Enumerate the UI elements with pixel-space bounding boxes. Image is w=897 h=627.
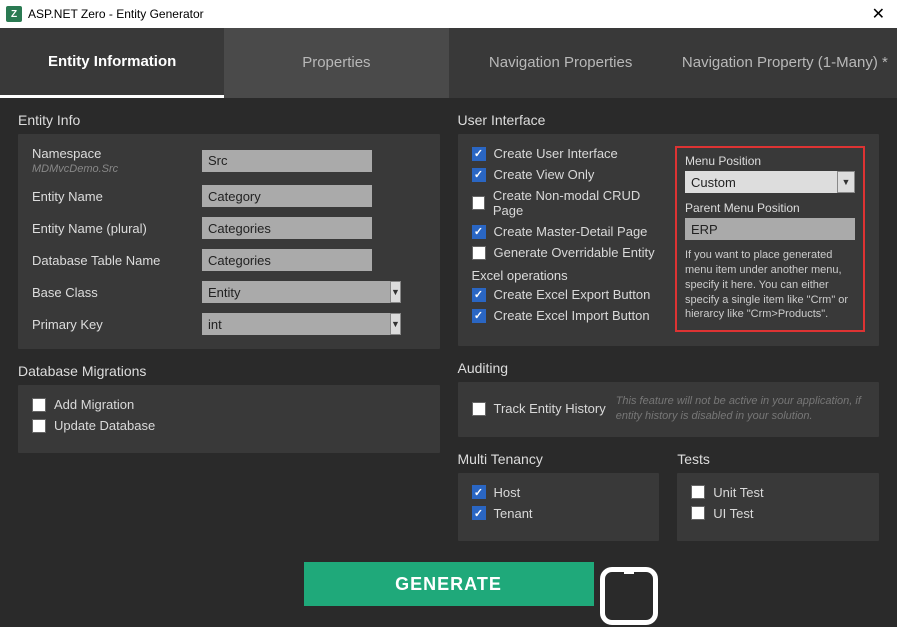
host-label: Host: [494, 485, 521, 500]
multi-tenancy-panel: Host Tenant: [458, 473, 660, 541]
parent-menu-input[interactable]: [685, 218, 855, 240]
namespace-hint: MDMvcDemo.Src: [32, 163, 202, 175]
create-view-only-checkbox[interactable]: [472, 168, 486, 182]
add-migration-checkbox[interactable]: [32, 398, 46, 412]
tab-entity-information[interactable]: Entity Information: [0, 28, 224, 98]
create-ui-checkbox[interactable]: [472, 147, 486, 161]
menu-position-select[interactable]: [685, 171, 837, 193]
excel-import-label: Create Excel Import Button: [494, 308, 650, 323]
namespace-input[interactable]: [202, 150, 372, 172]
update-database-label: Update Database: [54, 418, 155, 433]
excel-operations-heading: Excel operations: [472, 268, 666, 283]
tenant-checkbox[interactable]: [472, 506, 486, 520]
entity-name-label: Entity Name: [32, 189, 202, 204]
generate-overridable-checkbox[interactable]: [472, 246, 486, 260]
entity-name-input[interactable]: [202, 185, 372, 207]
update-database-checkbox[interactable]: [32, 419, 46, 433]
ui-test-label: UI Test: [713, 506, 753, 521]
generate-button[interactable]: GENERATE: [304, 562, 594, 606]
parent-menu-label: Parent Menu Position: [685, 201, 855, 215]
db-migrations-heading: Database Migrations: [18, 363, 440, 379]
db-table-input[interactable]: [202, 249, 372, 271]
ui-heading: User Interface: [458, 112, 880, 128]
primary-key-label: Primary Key: [32, 317, 202, 332]
multi-tenancy-heading: Multi Tenancy: [458, 451, 660, 467]
add-migration-label: Add Migration: [54, 397, 134, 412]
track-entity-history-label: Track Entity History: [494, 401, 606, 416]
menu-position-label: Menu Position: [685, 154, 855, 168]
unit-test-label: Unit Test: [713, 485, 763, 500]
menu-position-box: Menu Position ▼ Parent Menu Position If …: [675, 146, 865, 332]
base-class-label: Base Class: [32, 285, 202, 300]
auditing-help: This feature will not be active in your …: [616, 394, 865, 423]
excel-export-checkbox[interactable]: [472, 288, 486, 302]
tenant-label: Tenant: [494, 506, 533, 521]
entity-info-panel: Namespace MDMvcDemo.Src Entity Name Enti…: [18, 134, 440, 349]
chevron-down-icon[interactable]: ▼: [390, 281, 401, 303]
title-bar: Z ASP.NET Zero - Entity Generator ✕: [0, 0, 897, 28]
track-entity-history-checkbox[interactable]: [472, 402, 486, 416]
db-table-label: Database Table Name: [32, 253, 202, 268]
host-checkbox[interactable]: [472, 485, 486, 499]
tests-heading: Tests: [677, 451, 879, 467]
excel-import-checkbox[interactable]: [472, 309, 486, 323]
generate-bar: GENERATE: [0, 552, 897, 627]
chevron-down-icon[interactable]: ▼: [390, 313, 401, 335]
app-icon: Z: [6, 6, 22, 22]
create-nonmodal-checkbox[interactable]: [472, 196, 485, 210]
tab-properties[interactable]: Properties: [224, 28, 448, 98]
tab-navigation-property-1many[interactable]: Navigation Property (1-Many) *: [673, 28, 897, 98]
device-icon: [600, 567, 670, 627]
primary-key-select[interactable]: [202, 313, 390, 335]
close-icon[interactable]: ✕: [866, 4, 891, 24]
ui-test-checkbox[interactable]: [691, 506, 705, 520]
create-ui-label: Create User Interface: [494, 146, 618, 161]
tab-navigation-properties[interactable]: Navigation Properties: [449, 28, 673, 98]
ui-panel: Create User Interface Create View Only C…: [458, 134, 880, 346]
entity-info-heading: Entity Info: [18, 112, 440, 128]
chevron-down-icon[interactable]: ▼: [837, 171, 855, 193]
entity-name-plural-label: Entity Name (plural): [32, 221, 202, 236]
generate-overridable-label: Generate Overridable Entity: [494, 245, 655, 260]
unit-test-checkbox[interactable]: [691, 485, 705, 499]
create-master-detail-checkbox[interactable]: [472, 225, 486, 239]
create-master-detail-label: Create Master-Detail Page: [494, 224, 648, 239]
tab-strip: Entity Information Properties Navigation…: [0, 28, 897, 98]
create-nonmodal-label: Create Non-modal CRUD Page: [493, 188, 665, 218]
auditing-heading: Auditing: [458, 360, 880, 376]
db-migrations-panel: Add Migration Update Database: [18, 385, 440, 453]
entity-name-plural-input[interactable]: [202, 217, 372, 239]
excel-export-label: Create Excel Export Button: [494, 287, 651, 302]
window-title: ASP.NET Zero - Entity Generator: [28, 7, 204, 21]
auditing-panel: Track Entity History This feature will n…: [458, 382, 880, 437]
parent-menu-help: If you want to place generated menu item…: [685, 248, 855, 322]
namespace-label: Namespace: [32, 146, 202, 161]
base-class-select[interactable]: [202, 281, 390, 303]
tests-panel: Unit Test UI Test: [677, 473, 879, 541]
create-view-only-label: Create View Only: [494, 167, 595, 182]
